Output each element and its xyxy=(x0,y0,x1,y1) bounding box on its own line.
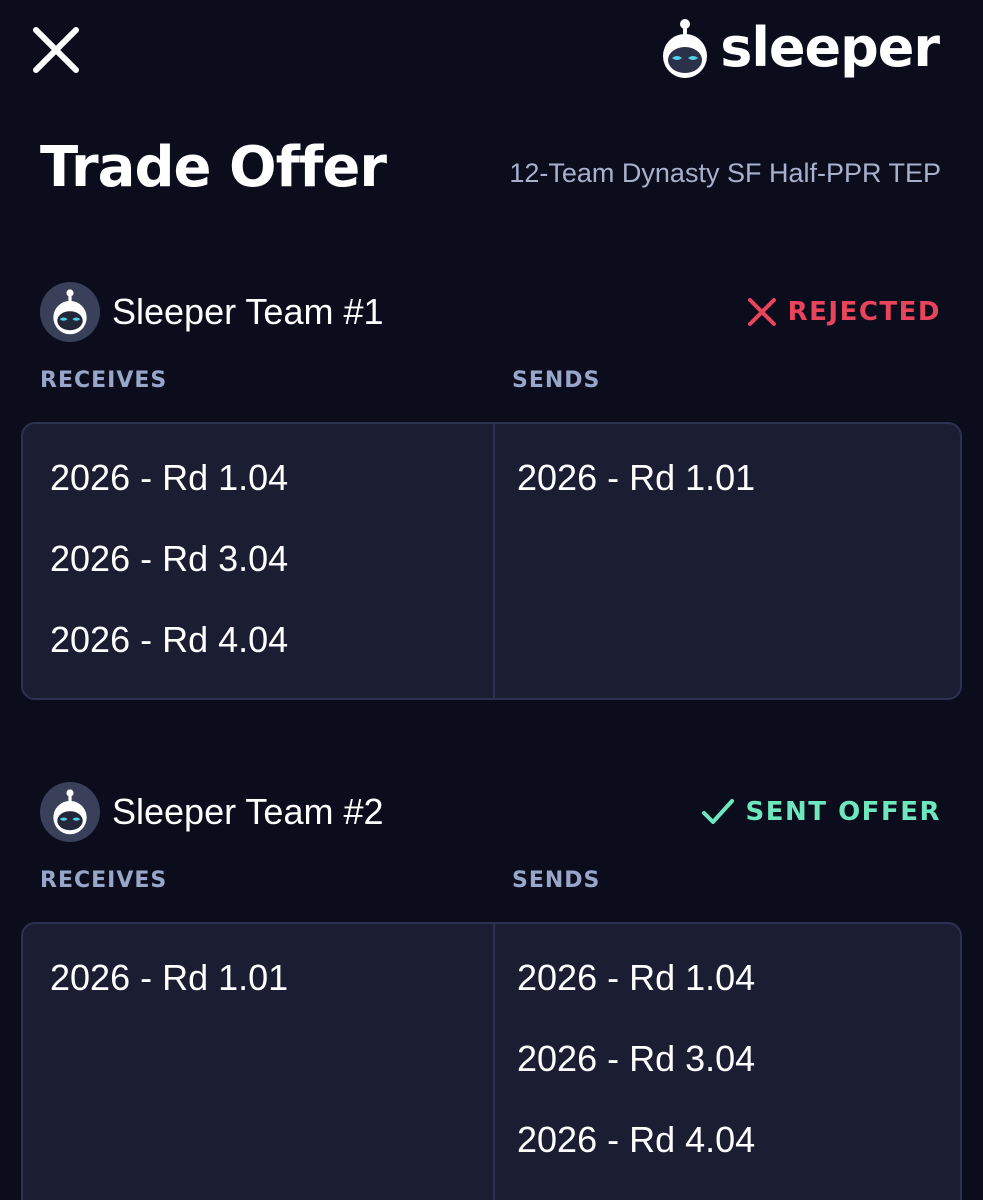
list-item: 2026 - Rd 3.04 xyxy=(517,1038,756,1079)
status-label: SENT OFFER xyxy=(745,797,941,827)
close-icon xyxy=(33,27,79,73)
page-title: Trade Offer xyxy=(40,135,387,200)
sends-column: 2026 - Rd 1.01 xyxy=(495,424,960,698)
list-item: 2026 - Rd 1.01 xyxy=(50,957,289,998)
close-button[interactable] xyxy=(28,22,84,78)
list-item: 2026 - Rd 1.04 xyxy=(50,457,289,498)
sleeper-logo: sleeper xyxy=(660,16,940,79)
list-item: 2026 - Rd 4.04 xyxy=(50,619,289,660)
team-row: Sleeper Team #1 REJECTED xyxy=(40,280,941,344)
trade-card[interactable]: 2026 - Rd 1.04 2026 - Rd 3.04 2026 - Rd … xyxy=(21,422,962,700)
team-name: Sleeper Team #1 xyxy=(112,291,384,332)
league-name: 12-Team Dynasty SF Half-PPR TEP xyxy=(509,158,941,188)
list-item: 2026 - Rd 1.04 xyxy=(517,957,756,998)
receives-label: RECEIVES xyxy=(40,368,168,393)
avatar xyxy=(40,782,100,842)
sleeper-robot-icon xyxy=(53,289,87,335)
status-badge: SENT OFFER xyxy=(700,796,941,828)
list-item: 2026 - Rd 4.04 xyxy=(517,1119,756,1160)
trade-card[interactable]: 2026 - Rd 1.01 2026 - Rd 1.04 2026 - Rd … xyxy=(21,922,962,1200)
x-icon xyxy=(747,298,776,326)
sleeper-robot-icon xyxy=(53,789,87,835)
brand-name: sleeper xyxy=(720,16,940,79)
sleeper-robot-icon xyxy=(663,19,708,78)
sends-label: SENDS xyxy=(512,368,601,393)
check-icon xyxy=(701,799,734,824)
avatar xyxy=(40,282,100,342)
list-item: 2026 - Rd 1.01 xyxy=(517,457,756,498)
status-badge: REJECTED xyxy=(746,296,941,328)
team-name: Sleeper Team #2 xyxy=(112,791,384,832)
receives-column: 2026 - Rd 1.04 2026 - Rd 3.04 2026 - Rd … xyxy=(23,424,495,698)
sends-column: 2026 - Rd 1.04 2026 - Rd 3.04 2026 - Rd … xyxy=(495,924,960,1200)
sends-label: SENDS xyxy=(512,868,601,893)
status-label: REJECTED xyxy=(787,297,941,327)
receives-label: RECEIVES xyxy=(40,868,168,893)
receives-column: 2026 - Rd 1.01 xyxy=(23,924,495,1200)
list-item: 2026 - Rd 3.04 xyxy=(50,538,289,579)
team-row: Sleeper Team #2 SENT OFFER xyxy=(40,780,941,844)
